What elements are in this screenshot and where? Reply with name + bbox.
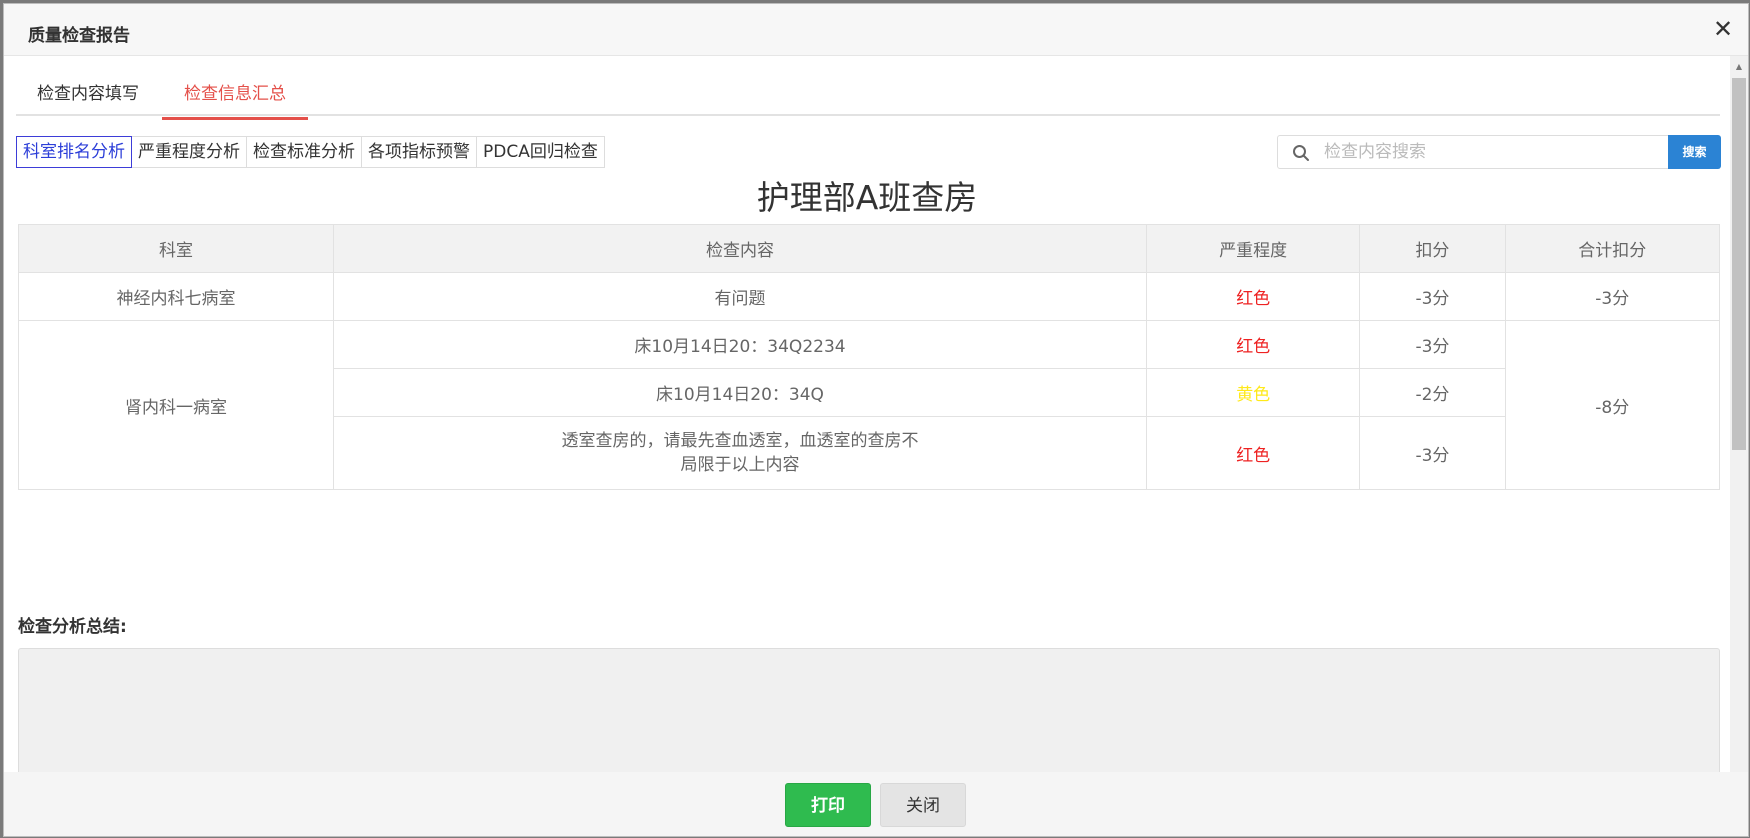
department-cell: 神经内科七病室 <box>18 272 334 321</box>
subtab-standard-analysis[interactable]: 检查标准分析 <box>246 136 362 168</box>
deduction-cell: -3分 <box>1359 320 1506 369</box>
tab-inspection-summary[interactable]: 检查信息汇总 <box>162 79 308 120</box>
deduction-cell: -2分 <box>1359 368 1506 417</box>
content-cell: 有问题 <box>332 272 1148 321</box>
column-header-deduction: 扣分 <box>1359 224 1506 273</box>
subtab-pdca-review[interactable]: PDCA回归检查 <box>476 136 605 168</box>
analysis-subtabs: 科室排名分析 严重程度分析 检查标准分析 各项指标预警 PDCA回归检查 <box>16 136 605 168</box>
close-button[interactable]: 关闭 <box>880 783 966 827</box>
vertical-scrollbar[interactable]: ▲ <box>1730 56 1748 772</box>
content-cell: 床10月14日20：34Q2234 <box>332 320 1148 369</box>
close-icon[interactable]: ✕ <box>1712 17 1734 41</box>
dialog-body: 检查内容填写 检查信息汇总 科室排名分析 严重程度分析 检查标准分析 各项指标预… <box>4 56 1730 772</box>
severity-cell: 黄色 <box>1146 368 1361 417</box>
column-header-total-deduction: 合计扣分 <box>1504 224 1721 273</box>
dialog-footer: 打印 关闭 <box>4 772 1748 836</box>
severity-cell: 红色 <box>1146 416 1361 490</box>
print-button[interactable]: 打印 <box>785 783 871 827</box>
total-deduction-cell: -8分 <box>1504 320 1721 490</box>
search-box <box>1277 135 1669 169</box>
report-dialog: 质量检查报告 ✕ 检查内容填写 检查信息汇总 科室排名分析 严重程度分析 检查标… <box>3 3 1749 837</box>
scroll-up-icon[interactable]: ▲ <box>1730 62 1748 71</box>
subtab-severity-analysis[interactable]: 严重程度分析 <box>131 136 247 168</box>
severity-cell: 红色 <box>1146 272 1361 321</box>
dialog-title: 质量检查报告 <box>28 26 130 46</box>
inspection-table: 科室 检查内容 严重程度 扣分 合计扣分 神经内科七病室 有问题 红色 -3分 … <box>18 224 1721 490</box>
subtab-department-ranking[interactable]: 科室排名分析 <box>16 136 132 168</box>
scrollbar-thumb[interactable] <box>1732 78 1746 450</box>
main-tabs: 检查内容填写 检查信息汇总 <box>16 56 1720 120</box>
column-header-content: 检查内容 <box>332 224 1148 273</box>
dialog-header: 质量检查报告 ✕ <box>4 4 1748 56</box>
content-cell: 透室查房的，请最先查血透室，血透室的查房不 局限于以上内容 <box>332 416 1148 490</box>
column-header-severity: 严重程度 <box>1146 224 1361 273</box>
report-title: 护理部A班查房 <box>756 178 978 217</box>
department-cell: 肾内科一病室 <box>18 320 334 490</box>
content-line: 透室查房的，请最先查血透室，血透室的查房不 <box>561 431 919 451</box>
table-header-row: 科室 检查内容 严重程度 扣分 合计扣分 <box>18 224 1721 273</box>
table-row: 神经内科七病室 有问题 红色 -3分 -3分 <box>18 272 1721 321</box>
tab-inspection-entry[interactable]: 检查内容填写 <box>37 79 139 118</box>
deduction-cell: -3分 <box>1359 416 1506 490</box>
table-row: 肾内科一病室 床10月14日20：34Q2234 红色 -3分 -8分 <box>18 320 1721 490</box>
content-line: 局限于以上内容 <box>680 455 800 475</box>
search-input[interactable] <box>1324 140 1654 164</box>
search-button[interactable]: 搜索 <box>1668 135 1721 169</box>
search-icon <box>1293 145 1309 161</box>
total-deduction-cell: -3分 <box>1504 272 1721 321</box>
column-header-department: 科室 <box>18 224 334 273</box>
severity-cell: 红色 <box>1146 320 1361 369</box>
content-cell: 床10月14日20：34Q <box>332 368 1148 417</box>
subtab-indicator-warning[interactable]: 各项指标预警 <box>361 136 477 168</box>
summary-label: 检查分析总结: <box>18 617 127 637</box>
deduction-cell: -3分 <box>1359 272 1506 321</box>
summary-textarea[interactable] <box>18 648 1720 772</box>
